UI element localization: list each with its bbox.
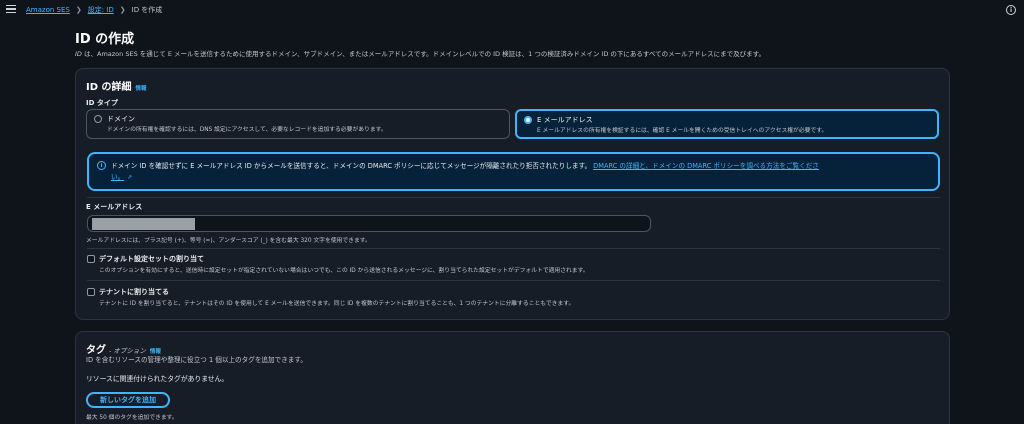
default-config-set-hint: このオプションを有効にすると、送信時に設定セットが指定されていない場合はいつでも… — [99, 268, 589, 274]
email-radio[interactable] — [524, 116, 532, 124]
page-description-id: ID — [75, 50, 82, 58]
tags-panel: タグ - オプション 情報 ID を含むリソースの管理や整理に役立つ 1 個以上… — [75, 331, 950, 424]
top-navigation: Amazon SES ❯ 設定: ID ❯ ID を作成 i — [0, 0, 1024, 20]
tags-limit-hint: 最大 50 個のタグを追加できます。 — [86, 415, 178, 421]
breadcrumb-amazon-ses[interactable]: Amazon SES — [26, 6, 70, 14]
dmarc-learn-more-link[interactable]: DMARC の詳細と、ドメインの DMARC ポリシーを調べる方法をご覧くださ — [593, 162, 819, 170]
info-icon[interactable]: i — [1006, 5, 1016, 15]
id-type-domain-option[interactable]: ドメイン ドメインの所有権を確認するには、DNS 設定にアクセスして、必要なレコ… — [86, 109, 510, 139]
dmarc-info-alert: i ドメイン ID を確認せずに E メールアドレス ID からメールを送信する… — [87, 152, 940, 191]
breadcrumb: Amazon SES ❯ 設定: ID ❯ ID を作成 — [26, 5, 162, 15]
tags-description: ID を含むリソースの管理や整理に役立つ 1 個以上のタグを追加できます。 — [86, 356, 307, 364]
page-description: ID は、Amazon SES を通じて E メールを送信するために使用するドメ… — [75, 48, 955, 58]
id-type-email-option[interactable]: E メールアドレス E メールアドレスの所有権を検証するには、確認 E メールを… — [515, 109, 939, 139]
email-option-title: E メールアドレス — [537, 116, 593, 124]
info-icon: i — [97, 161, 106, 170]
divider — [87, 280, 940, 281]
identity-details-panel: ID の詳細 情報 ID タイプ ドメイン ドメインの所有権を確認するには、DN… — [75, 68, 950, 320]
assign-tenant-checkbox[interactable] — [87, 288, 95, 296]
email-address-input[interactable] — [87, 215, 651, 232]
domain-option-title: ドメイン — [107, 115, 135, 123]
dmarc-alert-message: ドメイン ID を確認せずに E メールアドレス ID からメールを送信すると、… — [111, 162, 592, 170]
page-description-text: は、Amazon SES を通じて E メールを送信するために使用するドメイン、… — [81, 50, 766, 58]
assign-tenant-label: テナントに割り当てる — [99, 288, 169, 296]
assign-tenant-hint: テナントに ID を割り当てると、テナントはその ID を使用して E メールを… — [99, 301, 575, 307]
page-title: ID の作成 — [75, 32, 135, 47]
identity-details-title: ID の詳細 — [86, 82, 132, 93]
add-new-tag-button[interactable]: 新しいタグを追加 — [86, 392, 170, 408]
identity-details-heading: ID の詳細 情報 — [86, 78, 147, 93]
divider — [87, 197, 940, 198]
email-address-label: E メールアドレス — [86, 203, 143, 211]
chevron-right-icon: ❯ — [75, 6, 82, 14]
divider — [87, 248, 940, 249]
menu-icon[interactable] — [6, 5, 16, 15]
default-config-set-checkbox[interactable] — [87, 255, 95, 263]
email-address-hint: メールアドレスには、プラス記号 (+)、等号 (=)、アンダースコア (_) を… — [86, 238, 371, 244]
domain-radio[interactable] — [94, 115, 102, 123]
breadcrumb-identities[interactable]: 設定: ID — [88, 5, 114, 15]
id-type-label: ID タイプ — [86, 99, 118, 107]
email-option-description: E メールアドレスの所有権を検証するには、確認 E メールを開くための受信トレイ… — [537, 128, 828, 134]
default-config-set-label: デフォルト設定セットの割り当て — [99, 255, 204, 263]
dmarc-alert-text: ドメイン ID を確認せずに E メールアドレス ID からメールを送信すると、… — [111, 161, 931, 183]
breadcrumb-current: ID を作成 — [131, 6, 163, 14]
external-link-icon[interactable]: ↗ — [127, 174, 132, 181]
identity-details-info-link[interactable]: 情報 — [136, 84, 147, 92]
redacted-value — [92, 218, 195, 230]
domain-option-description: ドメインの所有権を確認するには、DNS 設定にアクセスして、必要なレコードを追加… — [107, 127, 387, 133]
tags-empty-message: リソースに関連付けられたタグがありません。 — [86, 375, 229, 383]
chevron-right-icon: ❯ — [119, 6, 126, 14]
dmarc-learn-more-link-cont[interactable]: い。 — [111, 173, 124, 181]
